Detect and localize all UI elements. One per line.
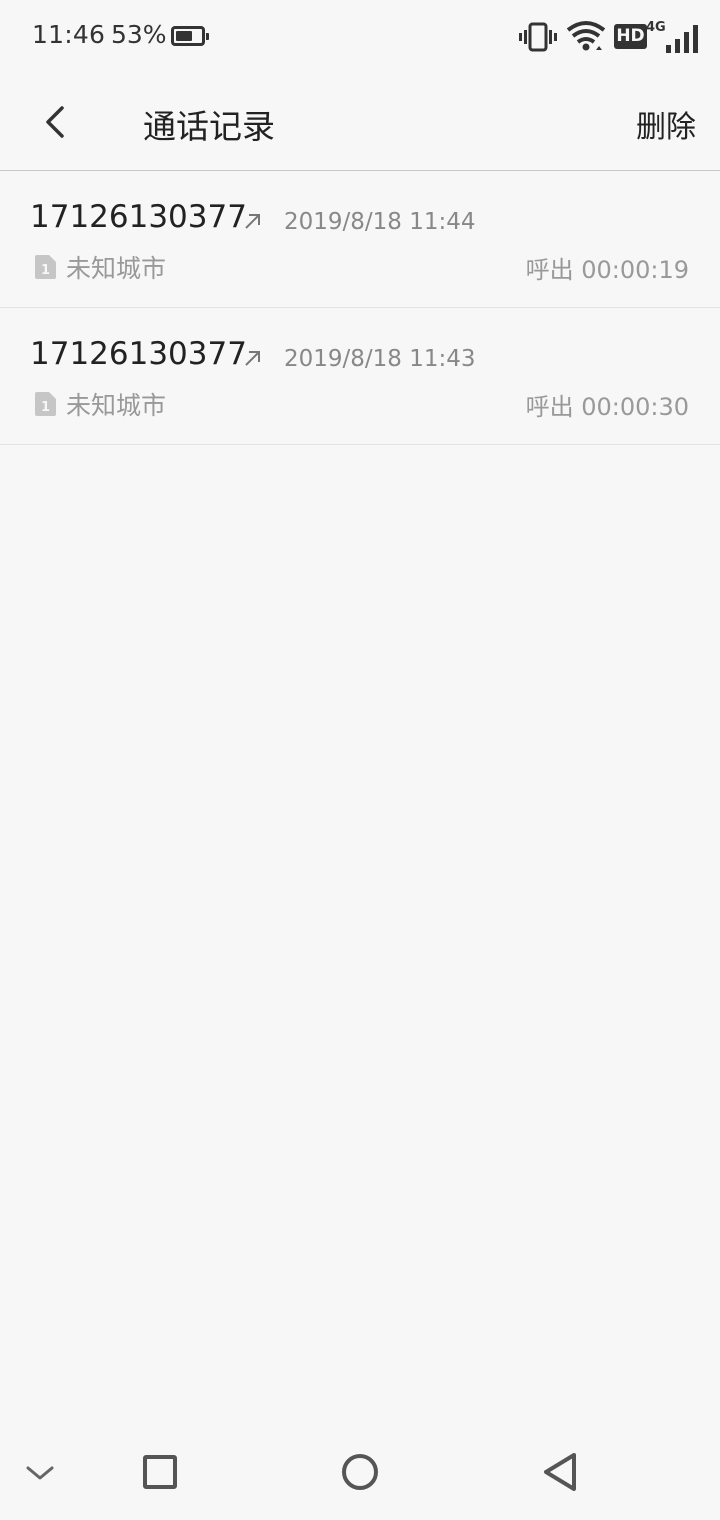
signal-icon	[666, 25, 698, 53]
call-number: 17126130377	[30, 199, 247, 235]
call-type-duration: 呼出 00:00:30	[525, 393, 689, 421]
call-log-list: 17126130377 2019/8/18 11:44 1 未知城市 呼出 00…	[0, 171, 720, 445]
recent-apps-icon[interactable]	[136, 1448, 184, 1496]
sim-card-icon: 1	[35, 255, 56, 279]
call-log-item[interactable]: 17126130377 2019/8/18 11:43 1 未知城市 呼出 00…	[0, 308, 720, 445]
back-triangle-icon[interactable]	[536, 1448, 584, 1496]
status-bar: 11:46 53% HD 4G	[0, 0, 720, 76]
sim-card-icon: 1	[35, 392, 56, 416]
outgoing-arrow-icon	[245, 214, 260, 229]
call-type-duration: 呼出 00:00:19	[525, 256, 689, 284]
navigation-bar	[0, 1424, 720, 1520]
call-location: 未知城市	[66, 391, 167, 420]
call-location: 未知城市	[66, 254, 167, 283]
delete-button[interactable]: 删除	[636, 102, 696, 146]
battery-icon	[171, 26, 209, 46]
sim-number: 1	[41, 400, 50, 415]
back-chevron-icon[interactable]	[40, 104, 72, 140]
call-log-item[interactable]: 17126130377 2019/8/18 11:44 1 未知城市 呼出 00…	[0, 171, 720, 308]
call-number: 17126130377	[30, 336, 247, 372]
hd-badge: HD	[614, 24, 647, 49]
network-type-label: 4G	[646, 20, 666, 35]
call-datetime: 2019/8/18 11:43	[284, 346, 476, 372]
vibrate-icon	[519, 22, 557, 52]
hide-nav-icon[interactable]	[16, 1448, 64, 1496]
wifi-icon	[566, 21, 606, 51]
page-title: 通话记录	[143, 107, 275, 146]
battery-percent: 53%	[111, 20, 167, 49]
sim-number: 1	[41, 263, 50, 278]
app-bar: 通话记录 删除	[0, 76, 720, 171]
status-time: 11:46	[32, 20, 106, 49]
call-datetime: 2019/8/18 11:44	[284, 209, 476, 235]
outgoing-arrow-icon	[245, 351, 260, 366]
home-icon[interactable]	[336, 1448, 384, 1496]
